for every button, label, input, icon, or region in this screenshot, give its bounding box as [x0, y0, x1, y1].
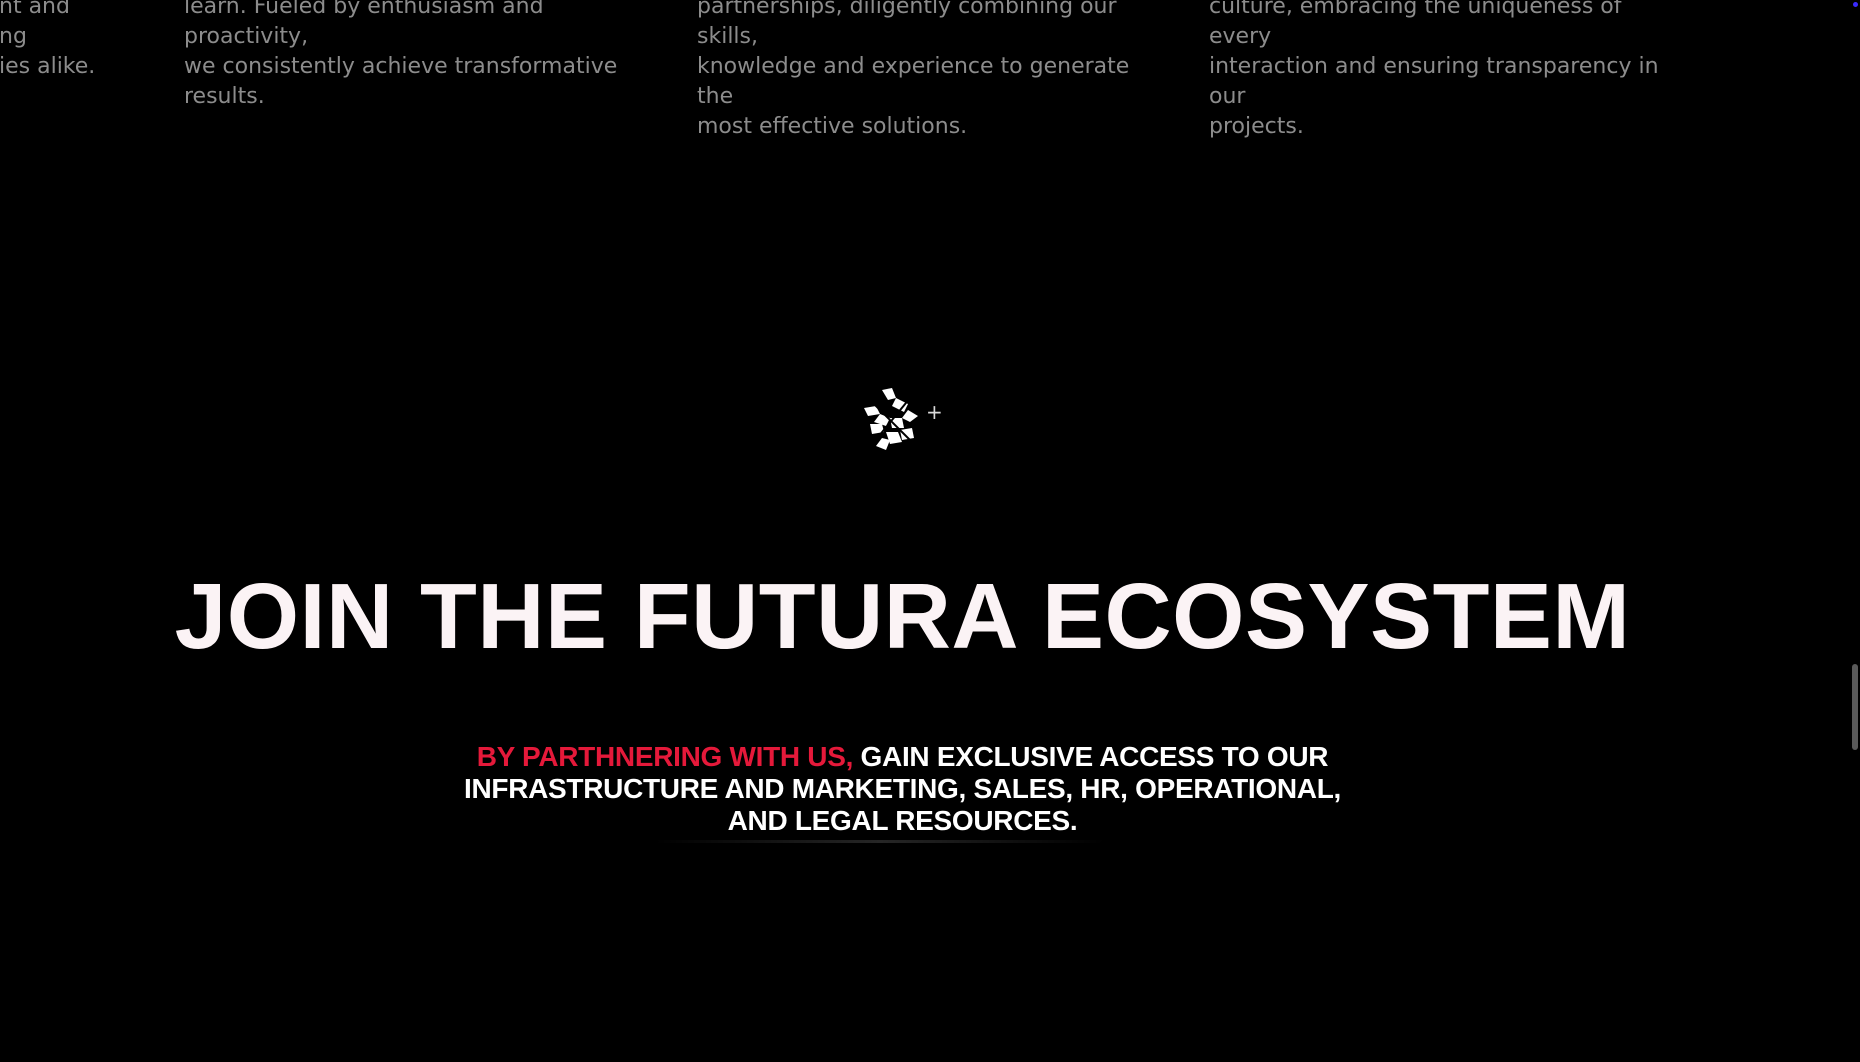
page-title: JOIN THE FUTURA ECOSYSTEM: [174, 564, 1631, 668]
feature-text-2: learn. Fueled by enthusiasm and proactiv…: [184, 0, 618, 109]
feature-text-1: nt and ng ies alike.: [0, 0, 96, 79]
feature-text-3: partnerships, diligently combining our s…: [697, 0, 1130, 139]
plus-icon: +: [926, 400, 943, 424]
fading-text-divider: [655, 840, 1105, 843]
scrollbar-thumb[interactable]: [1852, 664, 1858, 750]
indicator-dot: [1853, 2, 1858, 7]
futura-logo-icon: [862, 388, 920, 450]
subtitle-accent: BY PARTHNERING WITH US,: [476, 741, 854, 772]
hero-subtitle: BY PARTHNERING WITH US, GAIN EXCLUSIVE A…: [440, 741, 1365, 837]
feature-text-4: culture, embracing the uniqueness of eve…: [1209, 0, 1659, 139]
